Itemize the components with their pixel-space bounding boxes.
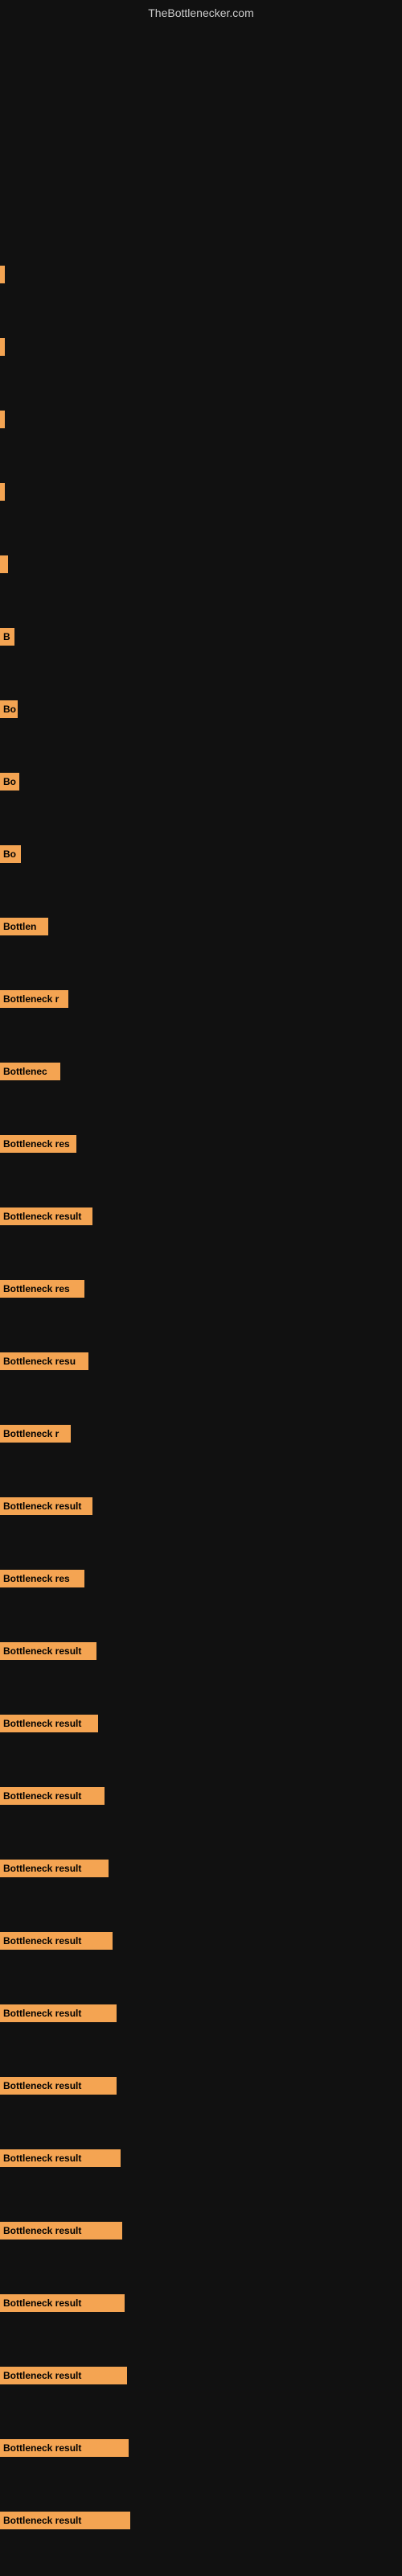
bottleneck-bar: Bottleneck res [0,1135,76,1153]
bottleneck-bar: Bottleneck result [0,1208,92,1225]
site-title: TheBottlenecker.com [148,6,254,19]
bottleneck-bar: Bottleneck res [0,1280,84,1298]
bottleneck-bar: Bo [0,845,21,863]
bottleneck-bar: Bottleneck result [0,2149,121,2167]
bottleneck-bar: Bottlenec [0,1063,60,1080]
bottleneck-bar: Bottleneck result [0,1860,109,1877]
bottleneck-bar: B [0,628,14,646]
bottleneck-bar: Bottleneck result [0,2512,130,2529]
bottleneck-bar [0,411,5,428]
bottleneck-bar: Bottleneck result [0,1642,96,1660]
bottleneck-bar: Bottleneck result [0,1497,92,1515]
bottleneck-bar: Bottleneck result [0,1715,98,1732]
bottleneck-bar: Bottleneck result [0,2222,122,2240]
bottleneck-bar [0,266,5,283]
bottleneck-bar: Bo [0,700,18,718]
bottleneck-bar: Bottleneck result [0,1787,105,1805]
bottleneck-bar: Bottleneck result [0,2004,117,2022]
bottleneck-bar: Bottleneck r [0,1425,71,1443]
bottleneck-bar: Bottleneck res [0,1570,84,1587]
bottleneck-bar [0,483,5,501]
bottleneck-bar: Bottleneck r [0,990,68,1008]
bottleneck-bar [0,555,8,573]
bottleneck-bar: Bo [0,773,19,791]
bottleneck-bar: Bottleneck result [0,2439,129,2457]
bottleneck-bar: Bottleneck result [0,2077,117,2095]
bottleneck-bar: Bottleneck result [0,1932,113,1950]
bottleneck-bar: Bottlen [0,918,48,935]
bottleneck-bar: Bottleneck resu [0,1352,88,1370]
bottleneck-bar [0,338,5,356]
bottleneck-bar: Bottleneck result [0,2294,125,2312]
bottleneck-bar: Bottleneck result [0,2367,127,2384]
